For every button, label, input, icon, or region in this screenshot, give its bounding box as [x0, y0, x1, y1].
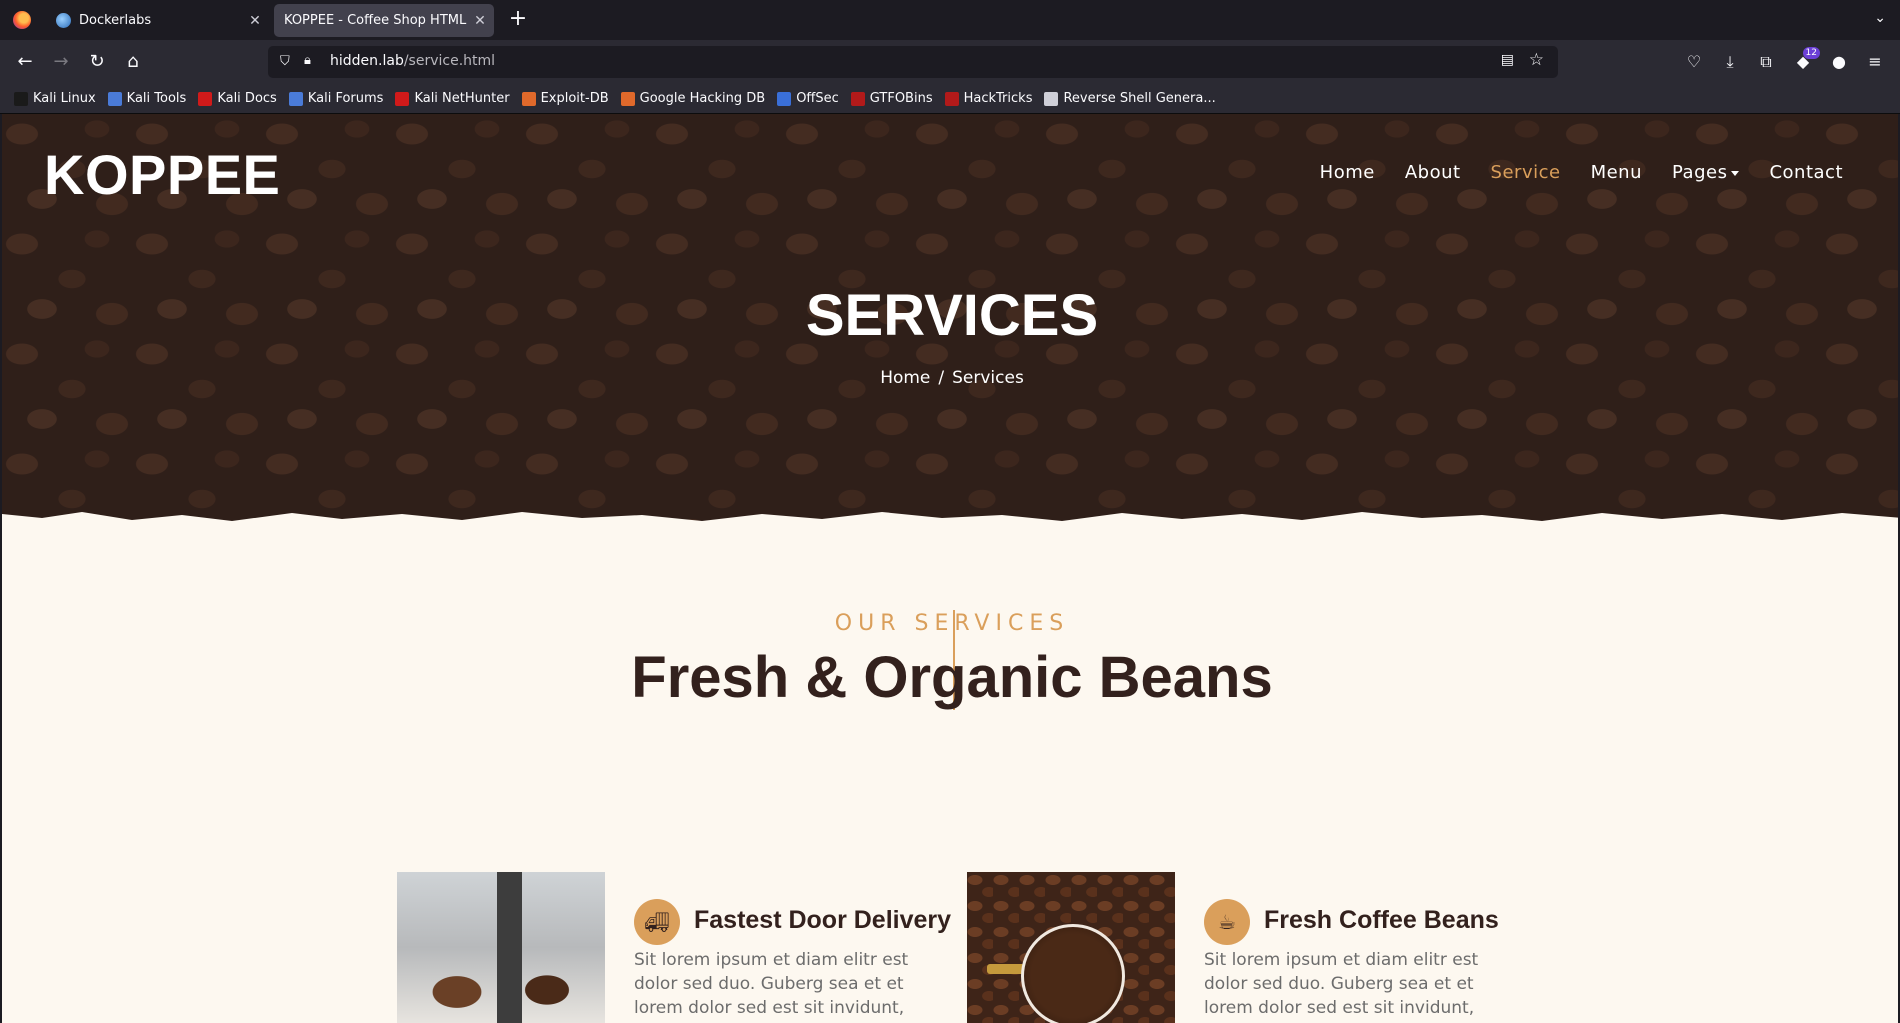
bookmark-label: Exploit-DB — [540, 91, 609, 106]
breadcrumb: Home / Services — [2, 368, 1898, 388]
coffee-cup-icon: ☕︎ — [1204, 899, 1250, 945]
truck-icon: 🚚︎ — [634, 899, 680, 945]
extension-addon-icon[interactable]: ◆ 12 — [1792, 47, 1820, 73]
bookmark-item[interactable]: Kali NetHunter — [395, 91, 510, 106]
bookmark-favicon-icon — [850, 91, 865, 106]
bookmarks-bar: Kali Linux Kali Tools Kali Docs Kali Forums… — [0, 84, 1900, 114]
bookmark-label: Kali Linux — [33, 91, 96, 106]
bookmark-label: GTFOBins — [869, 91, 933, 106]
service-image-delivery — [397, 872, 605, 1023]
hamburger-menu-icon[interactable]: ≡ — [1864, 51, 1886, 73]
nav-pages-dropdown[interactable]: Pages — [1672, 162, 1740, 183]
globe-icon — [56, 13, 71, 28]
site-logo[interactable]: KOPPEE — [44, 142, 280, 207]
bookmark-favicon-icon — [1044, 91, 1059, 106]
bookmark-favicon-icon — [107, 91, 122, 106]
nav-about[interactable]: About — [1405, 162, 1461, 183]
torn-paper-edge — [2, 512, 1898, 536]
url-text[interactable]: hidden.lab/service.html — [330, 53, 495, 69]
bookmark-favicon-icon — [288, 91, 303, 106]
bookmark-item[interactable]: Kali Forums — [288, 91, 384, 106]
breadcrumb-home-link[interactable]: Home — [880, 368, 930, 388]
bookmark-item[interactable]: Kali Linux — [14, 91, 96, 106]
extensions-icon[interactable]: ⧉ — [1755, 51, 1777, 73]
bookmark-favicon-icon — [395, 91, 410, 106]
new-tab-icon[interactable]: + — [506, 8, 530, 32]
page-viewport: KOPPEE Home About Service Menu Pages Con… — [0, 114, 1900, 1023]
close-icon[interactable]: ✕ — [245, 13, 265, 29]
caret-down-icon — [1731, 170, 1740, 176]
tab-title: KOPPEE - Coffee Shop HTML Te — [284, 13, 470, 28]
home-icon[interactable]: ⌂ — [120, 50, 146, 74]
bookmark-favicon-icon — [198, 91, 213, 106]
page-title: SERVICES — [805, 283, 1099, 348]
bookmark-label: Kali Tools — [126, 91, 187, 106]
bookmark-item[interactable]: Reverse Shell Genera... — [1044, 91, 1216, 106]
bookmark-label: OffSec — [796, 91, 839, 106]
profile-extension-icon[interactable]: ● — [1828, 51, 1850, 73]
downloads-icon[interactable]: ⤓ — [1719, 51, 1741, 73]
browser-tab-bar: Dockerlabs ✕ KOPPEE - Coffee Shop HTML T… — [0, 0, 1900, 40]
section-title: Fresh & Organic Beans — [631, 645, 1273, 710]
bookmark-star-icon[interactable]: ☆ — [1529, 50, 1544, 70]
service-image-beans — [967, 872, 1175, 1023]
service-description: Sit lorem ipsum et diam elitr est dolor … — [634, 950, 909, 1023]
breadcrumb-separator: / — [938, 368, 945, 388]
bookmark-item[interactable]: Google Hacking DB — [620, 91, 766, 106]
bookmark-label: Reverse Shell Genera... — [1063, 91, 1216, 106]
nav-service[interactable]: Service — [1491, 162, 1561, 183]
browser-tab-koppee[interactable]: KOPPEE - Coffee Shop HTML Te ✕ — [274, 4, 494, 37]
bookmark-label: Google Hacking DB — [639, 91, 766, 106]
bookmark-item[interactable]: GTFOBins — [850, 91, 933, 106]
bookmark-item[interactable]: Exploit-DB — [521, 91, 609, 106]
bookmark-label: HackTricks — [963, 91, 1033, 106]
forward-arrow-icon[interactable]: → — [48, 50, 74, 74]
bookmark-label: Kali Docs — [217, 91, 277, 106]
main-nav: Home About Service Menu Pages Contact — [1290, 162, 1843, 183]
bookmark-favicon-icon — [620, 91, 635, 106]
bookmark-label: Kali NetHunter — [414, 91, 510, 106]
bookmark-item[interactable]: HackTricks — [944, 91, 1033, 106]
chevron-down-icon[interactable]: ⌄ — [1874, 10, 1886, 26]
service-description: Sit lorem ipsum et diam elitr est dolor … — [1204, 950, 1479, 1023]
tab-title: Dockerlabs — [79, 13, 152, 28]
section-kicker: OUR SERVICES — [834, 611, 1070, 636]
service-title: Fresh Coffee Beans — [1264, 906, 1499, 934]
bookmark-item[interactable]: Kali Docs — [198, 91, 277, 106]
bookmark-favicon-icon — [14, 91, 28, 106]
back-arrow-icon[interactable]: ← — [12, 50, 38, 74]
url-bar[interactable]: ⛉ 🔒︎ hidden.lab/service.html ▤ ☆ — [268, 46, 1558, 78]
pocket-icon[interactable]: ♡ — [1683, 51, 1705, 73]
shield-icon[interactable]: ⛉ — [280, 54, 294, 70]
nav-menu[interactable]: Menu — [1591, 162, 1642, 183]
extension-badge: 12 — [1802, 47, 1820, 59]
bookmark-favicon-icon — [944, 91, 959, 106]
browser-toolbar: ← → ↻ ⌂ ⛉ 🔒︎ hidden.lab/service.html ▤ ☆… — [0, 40, 1900, 84]
browser-tab-dockerlabs[interactable]: Dockerlabs ✕ — [46, 4, 269, 37]
bookmark-label: Kali Forums — [307, 91, 384, 106]
bookmark-item[interactable]: Kali Tools — [107, 91, 187, 106]
close-icon[interactable]: ✕ — [470, 13, 490, 29]
service-title: Fastest Door Delivery — [694, 906, 952, 934]
lock-icon[interactable]: 🔒︎ — [304, 53, 311, 68]
reader-view-icon[interactable]: ▤ — [1501, 52, 1514, 68]
nav-contact[interactable]: Contact — [1769, 162, 1843, 183]
bookmark-favicon-icon — [521, 91, 536, 106]
breadcrumb-current: Services — [952, 368, 1024, 388]
bookmark-favicon-icon — [777, 91, 792, 106]
bookmark-item[interactable]: OffSec — [777, 91, 839, 106]
reload-icon[interactable]: ↻ — [84, 50, 110, 74]
firefox-menu-icon[interactable] — [13, 11, 31, 29]
nav-home[interactable]: Home — [1320, 162, 1375, 183]
